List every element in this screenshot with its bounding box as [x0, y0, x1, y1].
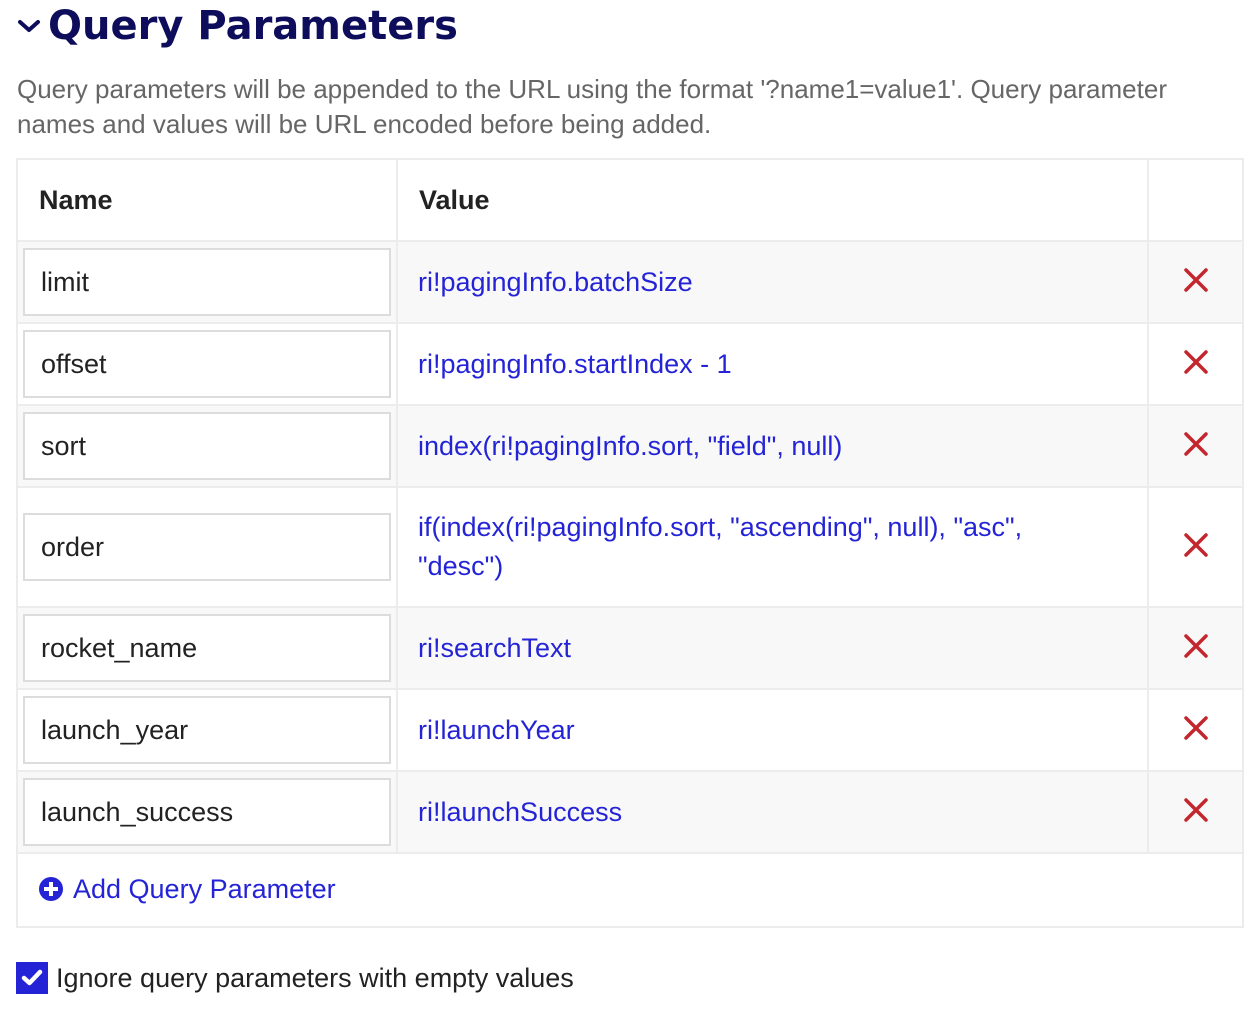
parameter-value-expression[interactable]: index(ri!pagingInfo.sort, "field", null)	[395, 404, 1150, 488]
add-query-parameter-link[interactable]: Add Query Parameter	[39, 874, 336, 905]
table-row: ri!launchYear	[16, 688, 1244, 772]
query-parameters-table: Name Value ri!pagingInfo.batchSizeri!pag…	[16, 158, 1244, 928]
parameter-value-expression[interactable]: ri!searchText	[395, 606, 1150, 690]
parameter-value-expression[interactable]: if(index(ri!pagingInfo.sort, "ascending"…	[395, 486, 1150, 608]
delete-parameter-button[interactable]	[1147, 606, 1244, 690]
parameter-name-input[interactable]	[23, 614, 391, 682]
plus-circle-icon	[39, 877, 63, 902]
table-row: ri!searchText	[16, 606, 1244, 690]
name-cell	[16, 322, 398, 406]
close-icon[interactable]	[1182, 348, 1210, 376]
delete-parameter-button[interactable]	[1147, 240, 1244, 324]
table-header-row: Name Value	[16, 158, 1244, 242]
name-cell	[16, 486, 398, 608]
table-row: ri!launchSuccess	[16, 770, 1244, 854]
ignore-empty-option[interactable]: Ignore query parameters with empty value…	[16, 962, 574, 994]
section-description: Query parameters will be appended to the…	[17, 74, 1167, 139]
table-row: index(ri!pagingInfo.sort, "field", null)	[16, 404, 1244, 488]
add-query-parameter-label[interactable]: Add Query Parameter	[73, 874, 336, 905]
name-cell	[16, 404, 398, 488]
checkmark-icon	[21, 969, 43, 986]
close-icon[interactable]	[1182, 430, 1210, 458]
close-icon[interactable]	[1182, 266, 1210, 294]
table-row: ri!pagingInfo.startIndex - 1	[16, 322, 1244, 406]
ignore-empty-label[interactable]: Ignore query parameters with empty value…	[56, 963, 574, 994]
name-cell	[16, 770, 398, 854]
chevron-down-icon[interactable]	[16, 16, 42, 36]
add-row: Add Query Parameter	[16, 852, 1244, 928]
delete-parameter-button[interactable]	[1147, 404, 1244, 488]
parameter-value-expression[interactable]: ri!launchSuccess	[395, 770, 1150, 854]
table-row: ri!pagingInfo.batchSize	[16, 240, 1244, 324]
parameter-value-expression[interactable]: ri!pagingInfo.batchSize	[395, 240, 1150, 324]
delete-parameter-button[interactable]	[1147, 486, 1244, 608]
parameter-name-input[interactable]	[23, 248, 391, 316]
section-header[interactable]: Query Parameters	[16, 0, 458, 52]
parameter-name-input[interactable]	[23, 513, 391, 581]
column-header-actions	[1147, 158, 1244, 242]
close-icon[interactable]	[1182, 632, 1210, 660]
close-icon[interactable]	[1182, 796, 1210, 824]
name-cell	[16, 240, 398, 324]
name-cell	[16, 606, 398, 690]
name-cell	[16, 688, 398, 772]
ignore-empty-checkbox[interactable]	[16, 962, 48, 994]
delete-parameter-button[interactable]	[1147, 322, 1244, 406]
section-title: Query Parameters	[48, 3, 458, 49]
parameter-name-input[interactable]	[23, 412, 391, 480]
delete-parameter-button[interactable]	[1147, 688, 1244, 772]
parameter-value-expression[interactable]: ri!pagingInfo.startIndex - 1	[395, 322, 1150, 406]
column-header-name: Name	[16, 158, 398, 242]
column-header-value: Value	[395, 158, 1150, 242]
close-icon[interactable]	[1182, 714, 1210, 742]
delete-parameter-button[interactable]	[1147, 770, 1244, 854]
parameter-name-input[interactable]	[23, 330, 391, 398]
parameter-value-expression[interactable]: ri!launchYear	[395, 688, 1150, 772]
parameter-name-input[interactable]	[23, 778, 391, 846]
parameter-name-input[interactable]	[23, 696, 391, 764]
table-row: if(index(ri!pagingInfo.sort, "ascending"…	[16, 486, 1244, 608]
close-icon[interactable]	[1182, 531, 1210, 559]
